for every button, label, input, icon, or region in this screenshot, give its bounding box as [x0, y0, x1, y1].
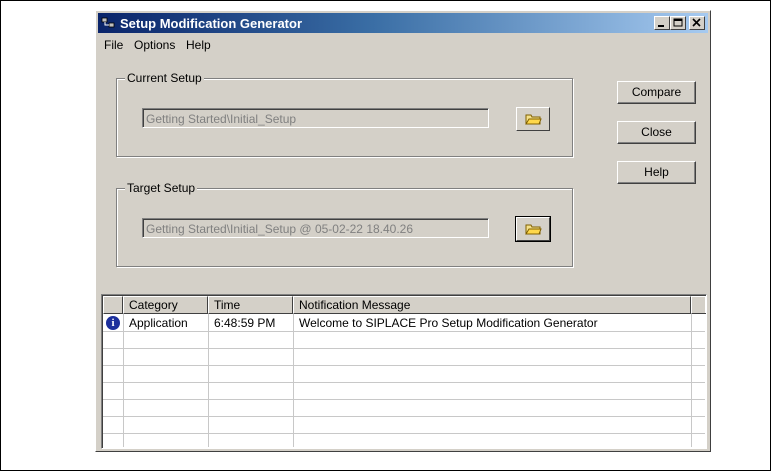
current-setup-browse-button[interactable]	[516, 107, 550, 131]
column-header-message[interactable]: Notification Message	[293, 296, 691, 314]
notification-list[interactable]: Category Time Notification Message i App…	[101, 294, 707, 449]
empty-row	[103, 332, 705, 349]
column-header-filler	[691, 296, 706, 314]
empty-row	[103, 417, 705, 434]
close-window-button[interactable]	[689, 16, 705, 30]
empty-row	[103, 366, 705, 383]
help-button[interactable]: Help	[617, 161, 696, 184]
app-icon	[101, 17, 115, 28]
title-bar[interactable]: Setup Modification Generator	[98, 13, 708, 33]
target-setup-group: Target Setup Getting Started\Initial_Set…	[116, 181, 573, 267]
menu-file[interactable]: File	[104, 38, 123, 52]
target-setup-field: Getting Started\Initial_Setup @ 05-02-22…	[142, 218, 489, 238]
menu-help[interactable]: Help	[186, 38, 211, 52]
menu-options[interactable]: Options	[134, 38, 175, 52]
table-row[interactable]: i Application 6:48:59 PM Welcome to SIPL…	[103, 315, 705, 332]
current-setup-label: Current Setup	[125, 71, 204, 85]
column-header-time[interactable]: Time	[208, 296, 293, 314]
minimize-icon	[658, 25, 664, 27]
folder-icon	[525, 224, 542, 235]
menu-bar: File Options Help	[98, 35, 708, 55]
row-time: 6:48:59 PM	[214, 316, 276, 330]
list-header: Category Time Notification Message	[103, 296, 706, 314]
window-title: Setup Modification Generator	[120, 16, 303, 31]
current-setup-group: Current Setup Getting Started\Initial_Se…	[116, 71, 573, 157]
empty-row	[103, 383, 705, 400]
close-button[interactable]: Close	[617, 121, 696, 144]
info-icon: i	[106, 316, 120, 330]
column-header-category[interactable]: Category	[123, 296, 208, 314]
empty-row	[103, 400, 705, 417]
app-window: Setup Modification Generator File Option…	[95, 10, 711, 452]
minimize-button[interactable]	[654, 16, 670, 30]
empty-row	[103, 349, 705, 366]
row-category: Application	[129, 316, 188, 330]
column-header-icon[interactable]	[103, 296, 123, 314]
maximize-button[interactable]	[670, 16, 686, 30]
close-icon	[692, 18, 701, 27]
folder-icon	[525, 114, 542, 125]
empty-row	[103, 434, 705, 448]
compare-button[interactable]: Compare	[617, 81, 696, 104]
row-message: Welcome to SIPLACE Pro Setup Modificatio…	[299, 316, 598, 330]
target-setup-browse-button[interactable]	[515, 216, 551, 242]
maximize-icon	[673, 18, 683, 27]
target-setup-label: Target Setup	[125, 181, 198, 195]
current-setup-field: Getting Started\Initial_Setup	[142, 108, 489, 128]
